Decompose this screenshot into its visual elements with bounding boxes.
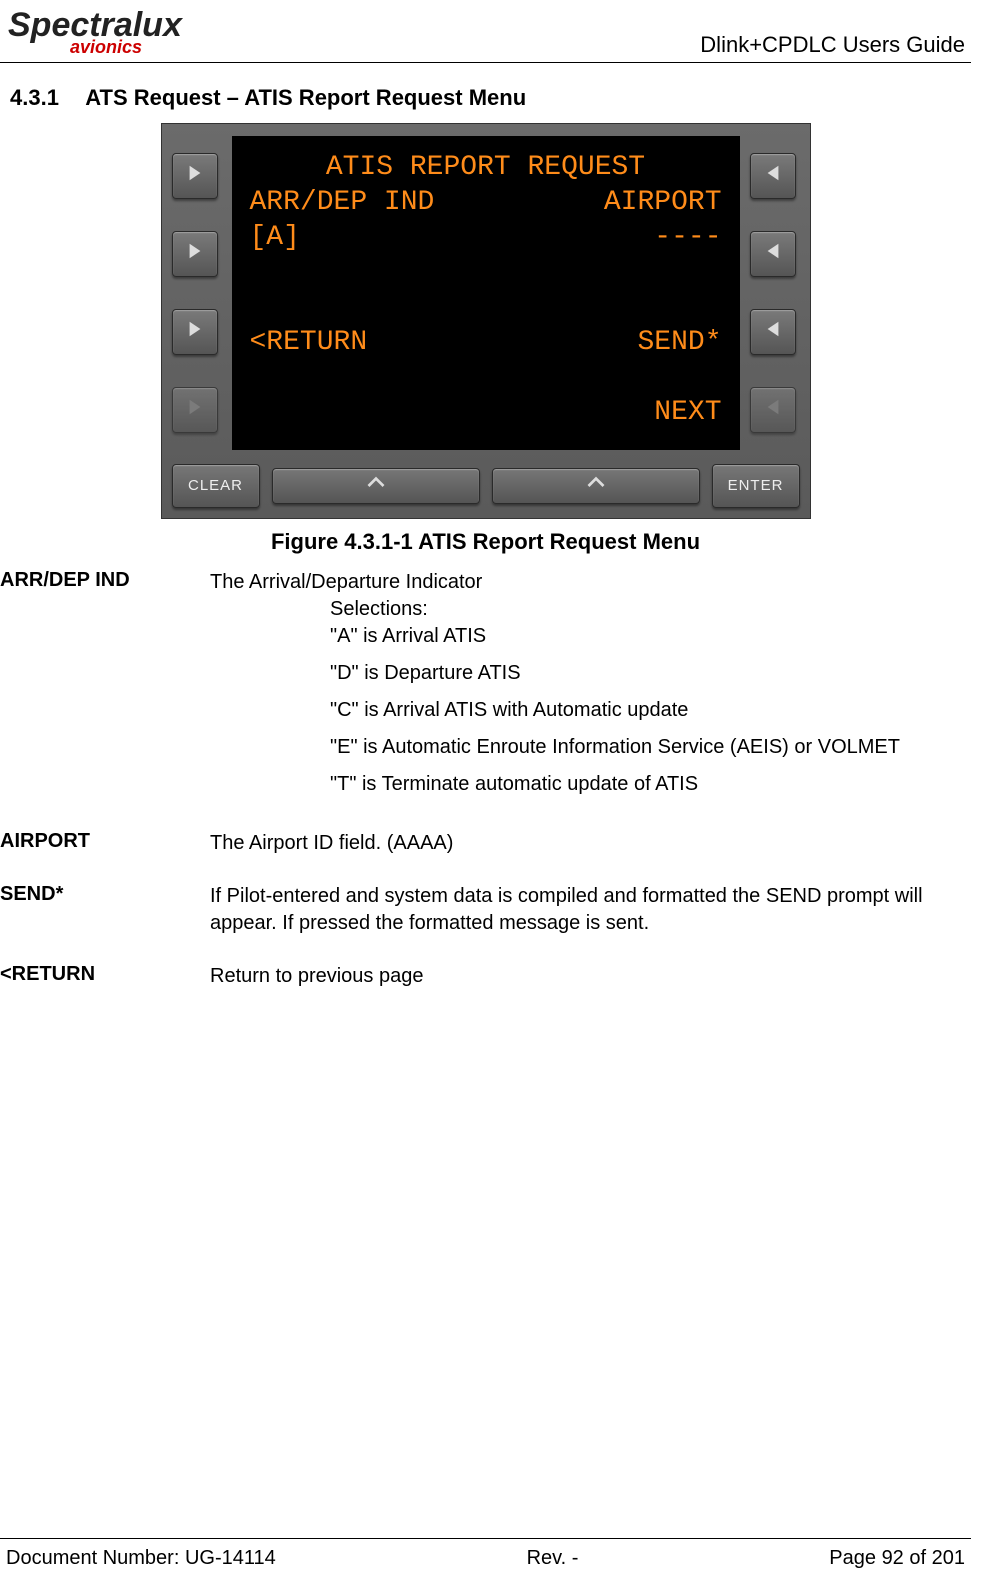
screen-row-3: <RETURN SEND* bbox=[250, 325, 722, 360]
def-return: <RETURN Return to previous page bbox=[0, 963, 971, 990]
scroll-up-1-button[interactable] bbox=[272, 468, 480, 504]
screen-title: ATIS REPORT REQUEST bbox=[250, 150, 722, 185]
section-number: 4.3.1 bbox=[10, 85, 80, 111]
play-right-icon bbox=[186, 242, 204, 266]
value-arrdep: [A] bbox=[250, 220, 300, 255]
section-heading: 4.3.1 ATS Request – ATIS Report Request … bbox=[10, 85, 971, 111]
play-left-icon bbox=[764, 398, 782, 422]
lsk-l4-button[interactable] bbox=[172, 387, 218, 433]
prompt-send: SEND* bbox=[637, 325, 721, 360]
def-term-arrdep: ARR/DEP IND bbox=[0, 569, 210, 824]
arrdep-opt-e: "E" is Automatic Enroute Information Ser… bbox=[330, 734, 971, 761]
def-body-arrdep: The Arrival/Departure Indicator Selectio… bbox=[210, 569, 971, 824]
lsk-l1-button[interactable] bbox=[172, 153, 218, 199]
device-top-row: ATIS REPORT REQUEST ARR/DEP IND AIRPORT … bbox=[172, 136, 800, 450]
lsk-r1-button[interactable] bbox=[750, 153, 796, 199]
play-right-icon bbox=[186, 164, 204, 188]
footer-page: Page 92 of 201 bbox=[829, 1547, 965, 1570]
device-bottom-row: CLEAR ENTER bbox=[172, 464, 800, 508]
label-arrdep: ARR/DEP IND bbox=[250, 185, 435, 220]
prompt-next: NEXT bbox=[654, 395, 721, 430]
def-arrdep: ARR/DEP IND The Arrival/Departure Indica… bbox=[0, 569, 971, 824]
label-airport: AIRPORT bbox=[604, 185, 722, 220]
document-title: Dlink+CPDLC Users Guide bbox=[700, 32, 971, 58]
definitions-list: ARR/DEP IND The Arrival/Departure Indica… bbox=[0, 569, 971, 1016]
footer-rev: Rev. - bbox=[527, 1547, 579, 1570]
lsk-r3-button[interactable] bbox=[750, 309, 796, 355]
prompt-return: <RETURN bbox=[250, 325, 368, 360]
lsk-l2-button[interactable] bbox=[172, 231, 218, 277]
screen-row-1: ARR/DEP IND AIRPORT bbox=[250, 185, 722, 220]
chevron-up-icon bbox=[367, 474, 385, 497]
lsk-r2-button[interactable] bbox=[750, 231, 796, 277]
screen-blank-1 bbox=[250, 255, 722, 290]
figure-caption: Figure 4.3.1-1 ATIS Report Request Menu bbox=[0, 529, 971, 555]
left-lsk-column bbox=[172, 136, 222, 450]
page-footer: Document Number: UG-14114 Rev. - Page 92… bbox=[0, 1538, 971, 1570]
def-term-airport: AIRPORT bbox=[0, 830, 210, 857]
play-left-icon bbox=[764, 320, 782, 344]
def-term-return: <RETURN bbox=[0, 963, 210, 990]
lsk-l3-button[interactable] bbox=[172, 309, 218, 355]
lsk-r4-button[interactable] bbox=[750, 387, 796, 433]
arrdep-opt-c: "C" is Arrival ATIS with Automatic updat… bbox=[330, 697, 971, 724]
def-send: SEND* If Pilot-entered and system data i… bbox=[0, 883, 971, 937]
screen-blank-3 bbox=[250, 360, 722, 395]
scroll-up-2-button[interactable] bbox=[492, 468, 700, 504]
arrdep-opt-a: "A" is Arrival ATIS bbox=[330, 623, 971, 650]
clear-button[interactable]: CLEAR bbox=[172, 464, 260, 508]
play-left-icon bbox=[764, 164, 782, 188]
screen-blank-2 bbox=[250, 290, 722, 325]
play-left-icon bbox=[764, 242, 782, 266]
arrdep-selections-label: Selections: bbox=[330, 596, 971, 623]
right-lsk-column bbox=[750, 136, 800, 450]
enter-button[interactable]: ENTER bbox=[712, 464, 800, 508]
def-airport: AIRPORT The Airport ID field. (AAAA) bbox=[0, 830, 971, 857]
chevron-up-icon bbox=[587, 474, 605, 497]
value-airport: ---- bbox=[654, 220, 721, 255]
play-right-icon bbox=[186, 398, 204, 422]
play-right-icon bbox=[186, 320, 204, 344]
def-term-send: SEND* bbox=[0, 883, 210, 937]
footer-docnum: Document Number: UG-14114 bbox=[6, 1547, 276, 1570]
screen-row-2: [A] ---- bbox=[250, 220, 722, 255]
def-body-send: If Pilot-entered and system data is comp… bbox=[210, 883, 971, 937]
cdu-screen: ATIS REPORT REQUEST ARR/DEP IND AIRPORT … bbox=[232, 136, 740, 450]
arrdep-opt-d: "D" is Departure ATIS bbox=[330, 660, 971, 687]
def-body-airport: The Airport ID field. (AAAA) bbox=[210, 830, 971, 857]
def-body-return: Return to previous page bbox=[210, 963, 971, 990]
arrdep-opt-t: "T" is Terminate automatic update of ATI… bbox=[330, 771, 971, 798]
cdu-device: ATIS REPORT REQUEST ARR/DEP IND AIRPORT … bbox=[161, 123, 811, 519]
screen-row-4: NEXT bbox=[250, 395, 722, 430]
logo-block: Spectralux avionics bbox=[0, 10, 182, 58]
arrdep-intro: The Arrival/Departure Indicator bbox=[210, 569, 971, 596]
section-title: ATS Request – ATIS Report Request Menu bbox=[85, 85, 526, 110]
page-header: Spectralux avionics Dlink+CPDLC Users Gu… bbox=[0, 10, 971, 63]
